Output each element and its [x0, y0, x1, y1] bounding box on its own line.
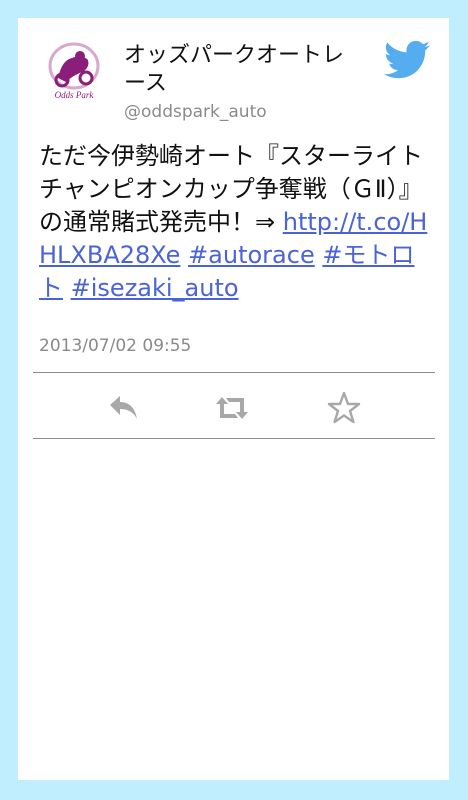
hashtag-autorace[interactable]: #autorace [188, 241, 315, 269]
avatar-brand-text: Odds Park [55, 90, 95, 100]
author-handle[interactable]: @oddspark_auto [124, 102, 267, 122]
action-bar-top-divider [33, 372, 435, 373]
tweet-timestamp: 2013/07/02 09:55 [39, 336, 192, 356]
reply-button[interactable] [106, 390, 142, 426]
star-icon [327, 391, 361, 424]
reply-icon [110, 396, 137, 419]
twitter-bird-icon [384, 40, 430, 80]
oddspark-logo-icon: Odds Park [48, 42, 100, 100]
hashtag-isezaki-auto[interactable]: #isezaki_auto [71, 274, 239, 302]
retweet-button[interactable] [214, 390, 250, 426]
avatar[interactable]: Odds Park [42, 38, 106, 102]
author-name[interactable]: オッズパークオートレース [124, 42, 364, 98]
tweet-card: Odds Park オッズパークオートレース @oddspark_auto ただ… [18, 18, 449, 780]
tweet-text: ただ今伊勢崎オート『スターライトチャンピオンカップ争奪戦（ＧⅡ）』の通常賭式発売… [39, 140, 437, 305]
retweet-icon [216, 397, 248, 419]
favorite-button[interactable] [326, 390, 362, 426]
action-bar-bottom-divider [33, 438, 435, 439]
